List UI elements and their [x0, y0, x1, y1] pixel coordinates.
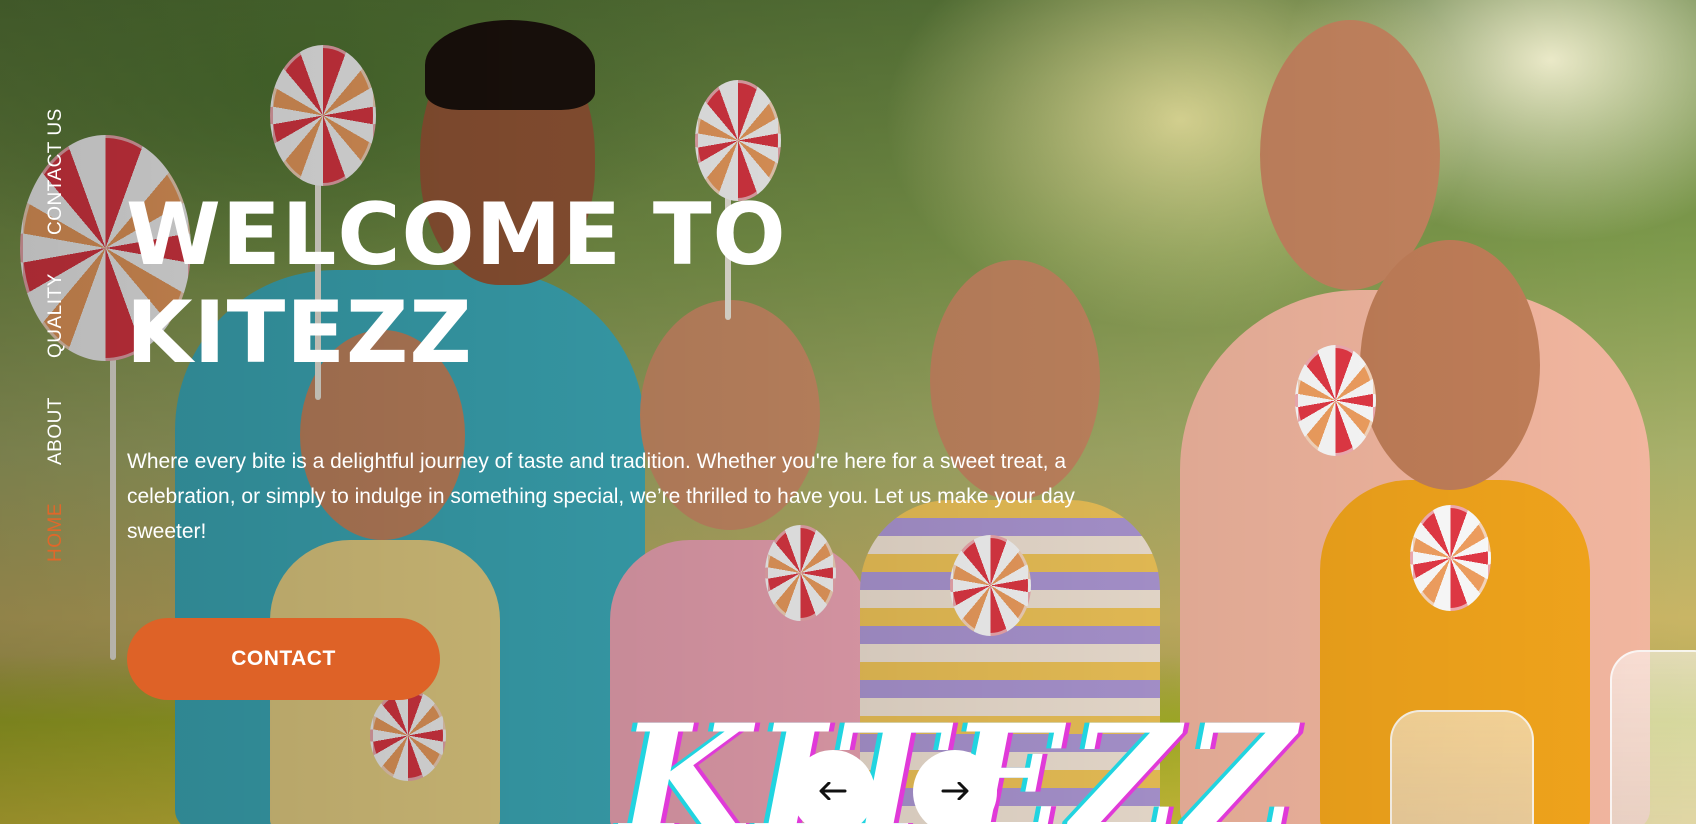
hero-title-line1: WELCOME TO — [126, 185, 787, 285]
nav-item-about[interactable]: ABOUT — [45, 397, 67, 465]
hero-title: WELCOME TO KITEZZ — [126, 186, 946, 382]
contact-button[interactable]: CONTACT — [127, 618, 440, 700]
nav-item-home[interactable]: HOME — [45, 503, 67, 562]
hero-section: HOME ABOUT QUALITY CONTACT US WELCOME TO… — [0, 0, 1696, 824]
carousel-prev-button[interactable] — [791, 750, 875, 824]
hero-title-line2: KITEZZ — [126, 283, 473, 383]
nav-item-quality[interactable]: QUALITY — [45, 273, 67, 358]
carousel-next-button[interactable] — [913, 750, 997, 824]
arrow-right-icon — [941, 781, 969, 803]
vertical-nav: HOME ABOUT QUALITY CONTACT US — [30, 0, 66, 824]
nav-item-contact-us[interactable]: CONTACT US — [45, 108, 67, 235]
arrow-left-icon — [819, 781, 847, 803]
hero-subtitle: Where every bite is a delightful journey… — [127, 450, 1075, 543]
